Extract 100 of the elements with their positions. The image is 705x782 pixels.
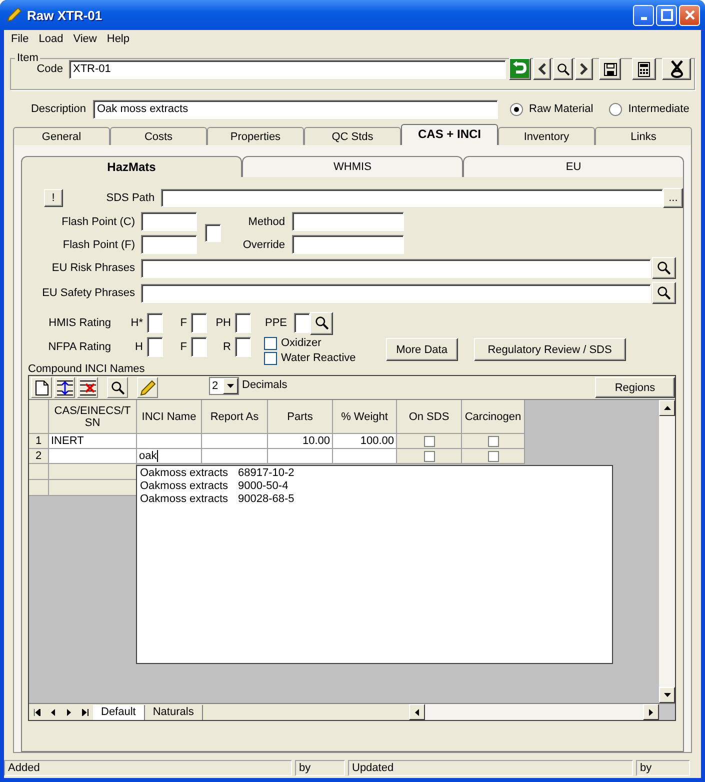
search-button[interactable]	[553, 58, 573, 80]
menu-item[interactable]: Help	[102, 33, 134, 45]
column-header[interactable]: % Weight	[333, 400, 397, 434]
scroll-down-button[interactable]	[659, 687, 675, 703]
suggestion-item[interactable]: Oakmoss extracts 90028-68-5	[140, 493, 609, 506]
vertical-scrollbar[interactable]	[658, 400, 675, 703]
tab[interactable]: HazMats	[21, 156, 242, 177]
suggestion-item[interactable]: Oakmoss extracts 9000-50-4	[140, 480, 609, 493]
tab[interactable]: CAS + INCI	[401, 124, 498, 145]
alert-button[interactable]: !	[44, 189, 63, 207]
checkbox[interactable]	[424, 450, 434, 462]
field-label: SDS Path	[105, 192, 155, 204]
sheet-tab[interactable]: Naturals	[144, 704, 203, 720]
scroll-right-button[interactable]	[643, 704, 659, 720]
sds-path-field[interactable]	[160, 189, 664, 207]
safety-phrases-field[interactable]	[141, 284, 651, 302]
description-field[interactable]: Oak moss extracts	[93, 100, 498, 118]
field-label: Flash Point (F)	[62, 238, 135, 250]
tab[interactable]: Properties	[207, 127, 304, 145]
sheet-tab[interactable]: Default	[93, 704, 145, 720]
checkbox[interactable]	[205, 224, 221, 242]
minimize-button[interactable]	[633, 4, 654, 26]
radio-option[interactable]: Intermediate	[609, 102, 690, 116]
table-cell[interactable]	[137, 434, 202, 449]
decimals-dropdown[interactable]: 2	[209, 377, 239, 395]
ppe-field[interactable]	[294, 313, 310, 333]
scissors-button[interactable]	[662, 58, 691, 80]
corner-cell	[29, 400, 49, 434]
calculator-button[interactable]	[632, 58, 656, 80]
flash-point-field[interactable]	[141, 235, 197, 254]
maximize-button[interactable]	[656, 4, 677, 26]
field-label: EU Risk Phrases	[50, 262, 135, 274]
checkbox[interactable]	[264, 352, 277, 365]
column-header[interactable]: INCI Name	[137, 400, 202, 434]
radio-button[interactable]	[609, 102, 622, 116]
checkbox[interactable]	[264, 337, 277, 350]
tab[interactable]: Costs	[110, 127, 207, 145]
column-header[interactable]: Report As	[202, 400, 268, 434]
action-button[interactable]: More Data	[386, 338, 458, 361]
scissors-icon	[668, 60, 684, 78]
rating-field[interactable]	[191, 313, 207, 333]
table-cell[interactable]: oak	[137, 449, 202, 464]
search-button[interactable]	[107, 377, 128, 398]
scroll-up-button[interactable]	[659, 400, 675, 416]
right-arrow-icon	[649, 708, 653, 716]
regions-button[interactable]: Regions	[595, 377, 675, 398]
search-icon	[657, 261, 671, 275]
tab[interactable]: General	[13, 127, 110, 145]
radio-button[interactable]	[510, 102, 523, 116]
tab[interactable]: Links	[595, 127, 692, 145]
action-button[interactable]: Regulatory Review / SDS	[474, 338, 626, 361]
rating-field[interactable]	[235, 313, 251, 333]
radio-option[interactable]: Raw Material	[510, 102, 594, 116]
up-arrow-icon	[664, 406, 670, 410]
save-button[interactable]	[599, 58, 621, 80]
risk-phrases-field[interactable]	[141, 258, 651, 278]
method-field[interactable]	[292, 212, 404, 231]
override-field[interactable]	[292, 235, 404, 254]
search-icon	[556, 62, 570, 76]
rating-field[interactable]	[147, 337, 163, 357]
search-button[interactable]	[652, 257, 676, 279]
menu-item[interactable]: Load	[34, 33, 68, 45]
column-header[interactable]: On SDS	[397, 400, 462, 434]
rating-field[interactable]	[147, 313, 163, 333]
search-button[interactable]	[652, 282, 676, 304]
column-header[interactable]: Parts	[268, 400, 333, 434]
tab[interactable]: EU	[463, 156, 684, 177]
menu-item[interactable]: View	[68, 33, 102, 45]
field-label: F	[179, 341, 187, 353]
checkbox[interactable]	[488, 450, 498, 462]
edit-button[interactable]	[137, 377, 158, 398]
search-icon	[110, 380, 124, 394]
search-icon	[657, 286, 671, 300]
tab[interactable]: WHMIS	[242, 156, 463, 177]
flash-point-field[interactable]	[141, 212, 197, 231]
close-button[interactable]	[679, 4, 700, 26]
rating-field[interactable]	[235, 337, 251, 357]
checkbox[interactable]	[488, 436, 498, 446]
menu-item[interactable]: File	[6, 33, 34, 45]
delete-row-button[interactable]	[77, 377, 98, 398]
tab[interactable]: Inventory	[498, 127, 595, 145]
previous-button[interactable]	[533, 58, 551, 80]
tab[interactable]: QC Stds	[304, 127, 401, 145]
column-header[interactable]: Carcinogen	[462, 400, 525, 434]
search-button[interactable]	[310, 312, 333, 334]
horizontal-scrollbar[interactable]	[409, 704, 659, 720]
suggestion-item[interactable]: Oakmoss extracts 68917-10-2	[140, 467, 609, 480]
column-header[interactable]: CAS/EINECS/TSN	[49, 400, 137, 434]
undo-button[interactable]	[509, 58, 531, 80]
code-field[interactable]: XTR-01	[69, 60, 506, 78]
scroll-left-button[interactable]	[409, 704, 425, 720]
page-icon	[34, 380, 48, 396]
table-cell: 10.00	[268, 434, 333, 449]
rating-field[interactable]	[191, 337, 207, 357]
new-row-button[interactable]	[31, 377, 52, 398]
browse-button[interactable]: ...	[663, 188, 683, 208]
next-button[interactable]	[575, 58, 593, 80]
checkbox[interactable]	[424, 436, 434, 446]
insert-row-button[interactable]	[54, 377, 75, 398]
checkbox-label: Oxidizer	[281, 337, 322, 350]
